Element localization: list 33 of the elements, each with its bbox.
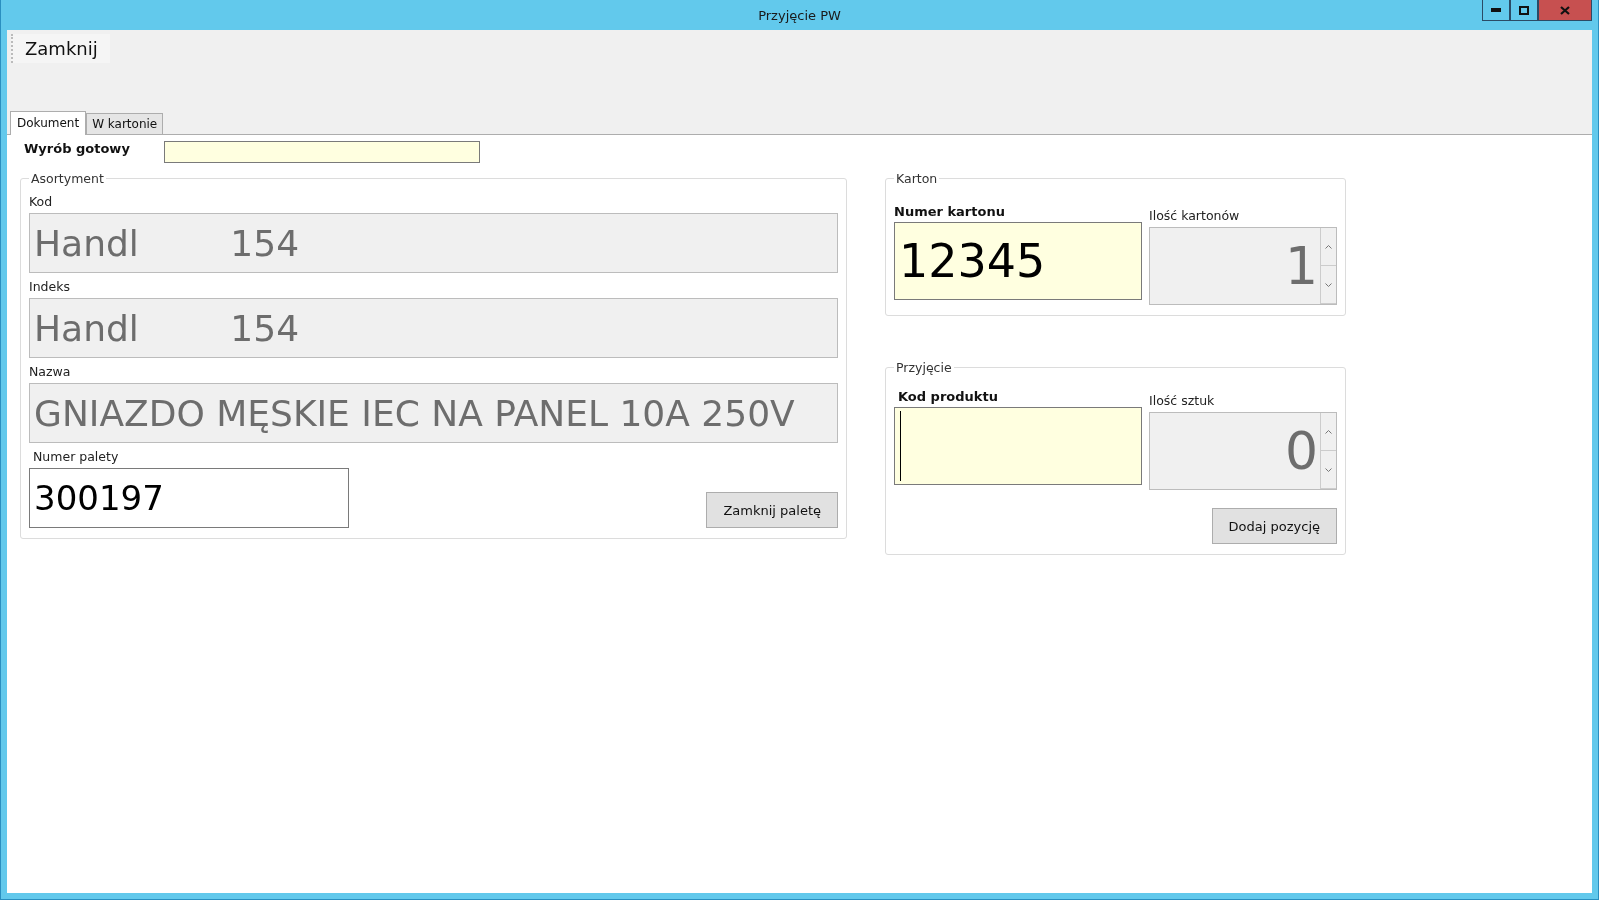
caret-up-icon: [1325, 429, 1332, 434]
maximize-button[interactable]: [1510, 0, 1538, 21]
tab[interactable]: W kartonie: [86, 113, 164, 134]
group-title: Karton: [895, 171, 939, 186]
input-field[interactable]: [164, 141, 480, 163]
close-button[interactable]: [1538, 0, 1592, 21]
caret-down-icon: [1325, 467, 1332, 472]
field-label: Indeks: [29, 279, 71, 294]
input-field[interactable]: [894, 407, 1142, 485]
close-form-button[interactable]: Zamknij: [11, 34, 110, 63]
tab[interactable]: Dokument: [10, 111, 87, 135]
input-field[interactable]: 12345: [894, 222, 1142, 300]
window-title: Przyjęcie PW: [758, 7, 841, 23]
field-label: Wyrób gotowy: [23, 141, 131, 156]
field-label: Ilość kartonów: [1149, 208, 1241, 223]
minimize-icon: [1491, 8, 1501, 12]
add-item-button[interactable]: Dodaj pozycję: [1211, 508, 1337, 544]
input-field[interactable]: 300197: [29, 468, 349, 528]
field-label: Numer kartonu: [894, 204, 1006, 219]
close-icon: [1560, 5, 1570, 15]
field-label: Ilość sztuk: [1149, 393, 1216, 408]
close-pallet-button[interactable]: Zamknij paletę: [706, 492, 838, 528]
group-title: Asortyment: [30, 171, 105, 186]
field-label: Kod produktu: [898, 389, 999, 404]
field-label: Kod: [29, 194, 54, 209]
caret-down-icon: [1325, 282, 1332, 287]
minimize-button[interactable]: [1482, 0, 1510, 21]
text-cursor: [900, 411, 901, 481]
field-label: Numer palety: [33, 449, 120, 464]
group-title: Przyjęcie: [895, 360, 953, 375]
maximize-icon: [1519, 5, 1529, 15]
caret-up-icon: [1325, 244, 1332, 249]
field-label: Nazwa: [29, 364, 72, 379]
